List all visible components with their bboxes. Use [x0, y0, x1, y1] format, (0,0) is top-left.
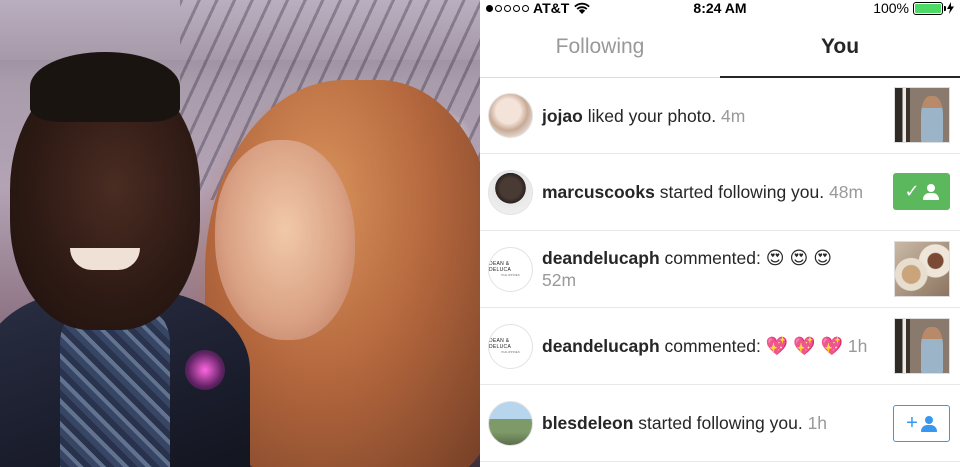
username[interactable]: marcuscooks: [542, 182, 655, 202]
timestamp: 1h: [847, 336, 868, 356]
activity-feed: jojao liked your photo. 4m marcuscooks s…: [480, 78, 960, 462]
timestamp: 48m: [829, 182, 864, 202]
selfie-photo: [0, 0, 480, 467]
man-tie: [60, 310, 170, 467]
avatar[interactable]: [488, 400, 533, 446]
tab-following[interactable]: Following: [480, 18, 720, 77]
avatar[interactable]: DEAN & DELUCA PHILIPPINES: [488, 323, 533, 369]
activity-action: commented:: [664, 336, 761, 356]
comment-text: 😍 😍 😍: [765, 248, 833, 268]
battery-percent: 100%: [873, 0, 909, 16]
activity-row[interactable]: jojao liked your photo. 4m: [480, 78, 960, 154]
logo-subtext: PHILIPPINES: [501, 273, 520, 277]
activity-row[interactable]: DEAN & DELUCA PHILIPPINES deandelucaph c…: [480, 308, 960, 385]
person-icon: [920, 415, 937, 432]
username[interactable]: blesdeleon: [542, 413, 633, 433]
charging-bolt-icon: [947, 2, 954, 14]
timestamp: 4m: [721, 105, 746, 126]
person-icon: [922, 183, 939, 200]
logo-subtext: PHILIPPINES: [501, 350, 520, 354]
following-button[interactable]: ✓: [893, 173, 950, 210]
username[interactable]: deandelucaph: [542, 336, 660, 356]
plus-icon: +: [906, 412, 918, 434]
activity-action: liked your photo.: [587, 105, 717, 126]
checkmark-icon: ✓: [904, 181, 920, 201]
activity-row[interactable]: marcuscooks started following you. 48m ✓: [480, 154, 960, 231]
activity-row[interactable]: blesdeleon started following you. 1h +: [480, 385, 960, 462]
instagram-activity-screen: AT&T 8:24 AM 100% Following You jojao li…: [480, 0, 960, 467]
avatar[interactable]: [488, 93, 533, 138]
woman-face: [215, 140, 355, 340]
man-smile: [70, 248, 140, 270]
username[interactable]: jojao: [542, 106, 583, 126]
username[interactable]: deandelucaph: [542, 248, 660, 268]
battery-icon: [913, 1, 946, 15]
comment-text: 💖 💖 💖: [765, 336, 843, 356]
timestamp: 52m: [542, 270, 577, 290]
photo-thumbnail[interactable]: [894, 241, 950, 297]
logo-text: DEAN & DELUCA: [489, 261, 512, 273]
activity-action: started following you.: [659, 182, 825, 202]
stage-light: [185, 350, 225, 390]
activity-tabs: Following You: [480, 18, 960, 78]
timestamp: 1h: [807, 413, 828, 433]
follow-button[interactable]: +: [893, 405, 950, 442]
logo-text: DEAN & DELUCA: [489, 338, 512, 350]
tab-you[interactable]: You: [720, 18, 960, 77]
photo-thumbnail[interactable]: [894, 87, 950, 143]
avatar[interactable]: [488, 169, 533, 215]
activity-action: started following you.: [638, 413, 803, 433]
man-hair: [30, 52, 180, 122]
status-bar: AT&T 8:24 AM 100%: [480, 0, 960, 18]
activity-row[interactable]: DEAN & DELUCA PHILIPPINES deandelucaph c…: [480, 231, 960, 308]
activity-action: commented:: [664, 248, 761, 268]
battery-status: 100%: [873, 0, 954, 16]
avatar[interactable]: DEAN & DELUCA PHILIPPINES: [488, 246, 533, 292]
photo-thumbnail[interactable]: [894, 318, 950, 374]
